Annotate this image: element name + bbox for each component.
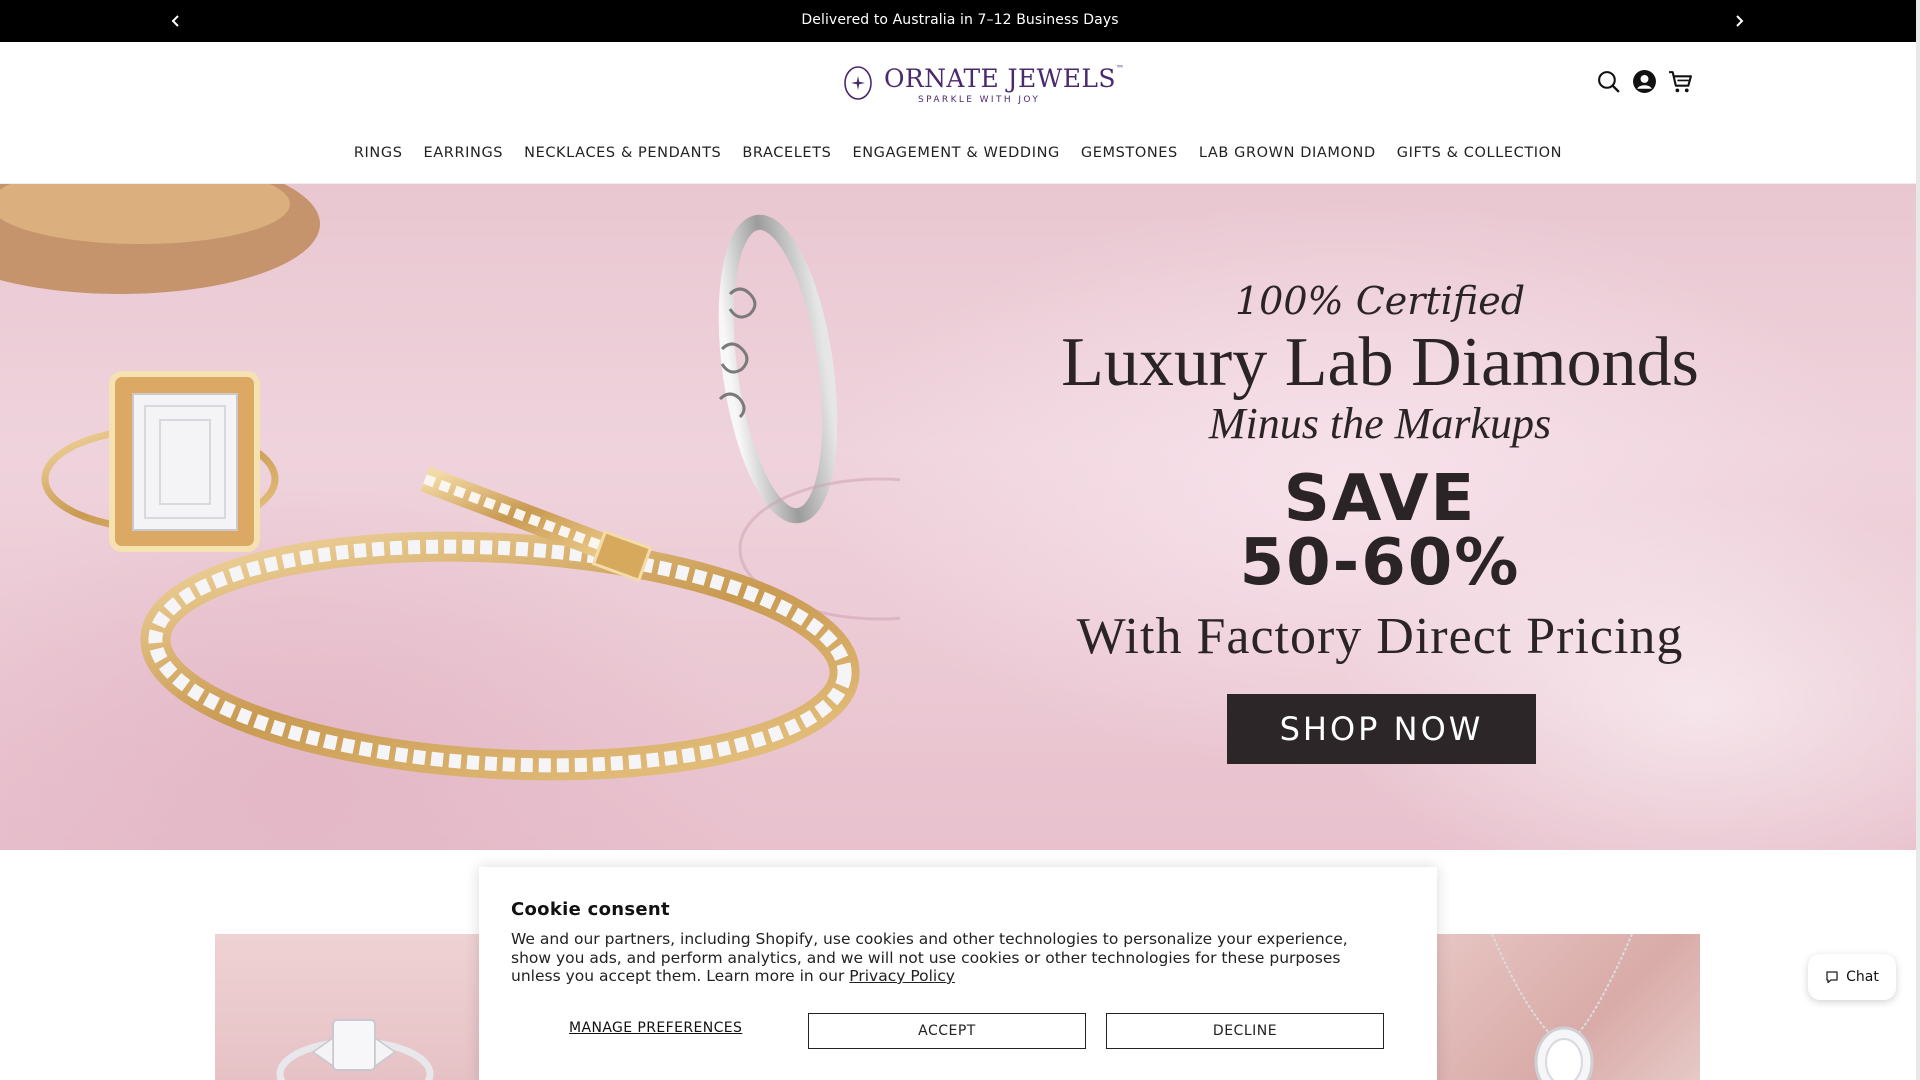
header-icons bbox=[1595, 68, 1693, 94]
account-button[interactable] bbox=[1631, 68, 1657, 94]
manage-preferences-link[interactable]: MANAGE PREFERENCES bbox=[569, 1020, 742, 1036]
hero-banner[interactable]: 100% Certified Luxury Lab Diamonds Minus… bbox=[0, 184, 1916, 850]
nav-item-gemstones[interactable]: GEMSTONES bbox=[1070, 145, 1188, 161]
cookie-consent-dialog: Cookie consent We and our partners, incl… bbox=[479, 867, 1437, 1080]
nav-item-lab-grown-diamond[interactable]: LAB GROWN DIAMOND bbox=[1188, 145, 1386, 161]
hero-line-discount: 50-60% bbox=[1239, 526, 1521, 600]
hero-line-certified: 100% Certified bbox=[1234, 279, 1526, 323]
nav-item-earrings[interactable]: EARRINGS bbox=[413, 145, 514, 161]
cart-icon bbox=[1668, 70, 1692, 92]
site-header: ORNATE JEWELS™ SPARKLE WITH JOY RINGS EA… bbox=[0, 42, 1916, 184]
announcement-text: Delivered to Australia in 7–12 Business … bbox=[801, 12, 1119, 28]
chat-button[interactable]: Chat bbox=[1808, 954, 1896, 1000]
nav-item-rings[interactable]: RINGS bbox=[343, 145, 413, 161]
category-tile-necklaces[interactable] bbox=[1432, 934, 1700, 1080]
decline-button[interactable]: DECLINE bbox=[1106, 1013, 1384, 1049]
chat-bubble-icon bbox=[1826, 971, 1838, 984]
hero-jewelry-image bbox=[0, 184, 900, 781]
nav-item-necklaces-pendants[interactable]: NECKLACES & PENDANTS bbox=[514, 145, 732, 161]
page-scrollbar[interactable] bbox=[1916, 0, 1920, 1080]
logo-tagline: SPARKLE WITH JOY bbox=[918, 95, 1041, 105]
hero-copy: 100% Certified Luxury Lab Diamonds Minus… bbox=[1060, 279, 1700, 665]
nav-item-gifts-collection[interactable]: GIFTS & COLLECTION bbox=[1386, 145, 1572, 161]
cookie-body: We and our partners, including Shopify, … bbox=[511, 930, 1348, 985]
chat-label: Chat bbox=[1846, 969, 1879, 985]
shop-now-button[interactable]: SHOP NOW bbox=[1227, 694, 1536, 764]
chevron-right-icon bbox=[1736, 15, 1744, 27]
category-tile-rings[interactable] bbox=[215, 934, 490, 1080]
nav-item-bracelets[interactable]: BRACELETS bbox=[732, 145, 842, 161]
logo-brand: ORNATE JEWELS™ bbox=[884, 64, 1125, 93]
privacy-policy-link[interactable]: Privacy Policy bbox=[849, 967, 955, 985]
main-nav: RINGS EARRINGS NECKLACES & PENDANTS BRAC… bbox=[0, 145, 1916, 161]
cart-button[interactable] bbox=[1667, 68, 1693, 94]
announcement-bar: Delivered to Australia in 7–12 Business … bbox=[0, 0, 1920, 42]
logo-mark-icon bbox=[844, 66, 872, 100]
ring-product-image bbox=[276, 1019, 434, 1080]
hero-line-headline: Luxury Lab Diamonds bbox=[1061, 324, 1699, 401]
nav-item-engagement-wedding[interactable]: ENGAGEMENT & WEDDING bbox=[842, 145, 1070, 161]
account-icon bbox=[1632, 69, 1656, 93]
logo[interactable]: ORNATE JEWELS™ SPARKLE WITH JOY bbox=[842, 62, 1124, 108]
accept-button[interactable]: ACCEPT bbox=[808, 1013, 1086, 1049]
necklace-product-image bbox=[1491, 934, 1633, 1080]
hero-line-save: SAVE bbox=[1283, 462, 1477, 536]
search-button[interactable] bbox=[1595, 68, 1621, 94]
search-icon bbox=[1597, 70, 1620, 93]
cookie-title: Cookie consent bbox=[511, 899, 670, 920]
hero-line-subheadline: Minus the Markups bbox=[1208, 399, 1552, 448]
hero-line-pricing: With Factory Direct Pricing bbox=[1076, 608, 1684, 665]
announcement-next-button[interactable] bbox=[1726, 8, 1752, 34]
